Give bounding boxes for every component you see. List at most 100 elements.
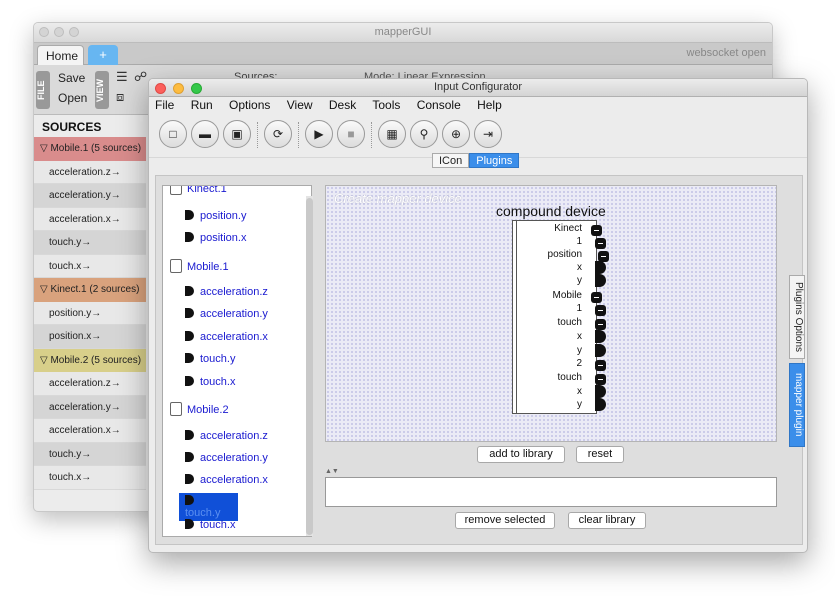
grid-icon[interactable]: ▦	[378, 120, 406, 148]
source-item[interactable]: acceleration.x→	[34, 207, 146, 231]
source-item[interactable]: touch.x→	[34, 254, 146, 278]
save-icon[interactable]: ▣	[223, 120, 251, 148]
new-icon[interactable]: □	[159, 120, 187, 148]
input-configurator-window: Input Configurator File Run Options View…	[148, 78, 808, 553]
save-button[interactable]: Save	[58, 71, 85, 85]
device-tree: Kinect.1 position.y position.x Mobile.1 …	[162, 185, 312, 537]
play-icon[interactable]: ▶	[305, 120, 333, 148]
port-label: touch	[557, 317, 582, 328]
menu-view[interactable]: View	[287, 98, 313, 112]
source-item[interactable]: touch.y→	[34, 442, 146, 466]
tree-signal[interactable]: acceleration.y	[185, 308, 268, 320]
tree-device-mobile1[interactable]: Mobile.1	[170, 259, 229, 273]
tree-label: touch.y	[185, 507, 221, 519]
view-section-label: VIEW	[95, 71, 109, 109]
output-port-icon[interactable]	[595, 385, 606, 398]
device-canvas[interactable]: Create mapper device compound device Kin…	[325, 185, 777, 442]
tree-signal[interactable]: touch.y	[185, 353, 235, 365]
source-item[interactable]: acceleration.y→	[34, 395, 146, 419]
source-item[interactable]: touch.x→	[34, 466, 146, 490]
tab-plugins[interactable]: Plugins	[469, 153, 520, 168]
menu-file[interactable]: File	[155, 98, 174, 112]
splitter-handle[interactable]: ▲▼	[325, 468, 777, 477]
zoom-out-icon[interactable]: ⚲	[410, 120, 438, 148]
tree-signal[interactable]: position.x	[185, 232, 246, 244]
menu-console[interactable]: Console	[417, 98, 461, 112]
open-folder-icon[interactable]: ▬	[191, 120, 219, 148]
collapse-node-icon[interactable]	[591, 292, 602, 303]
source-item[interactable]: position.x→	[34, 325, 146, 349]
tree-label: Kinect.1	[187, 185, 227, 195]
group-mobile1[interactable]: ▽ Mobile.1 (5 sources)	[34, 137, 146, 161]
tree-signal[interactable]: touch.x	[185, 519, 235, 531]
group-mobile2[interactable]: ▽ Mobile.2 (5 sources)	[34, 348, 146, 372]
add-to-library-button[interactable]: add to library	[477, 446, 565, 463]
tree-signal[interactable]: acceleration.y	[185, 452, 268, 464]
collapse-node-icon[interactable]	[591, 225, 602, 236]
chart-view-icon[interactable]: ⧈	[116, 89, 124, 105]
collapse-node-icon[interactable]	[595, 319, 606, 330]
refresh-icon[interactable]: ⟳	[264, 120, 292, 148]
import-icon[interactable]: ⇥	[474, 120, 502, 148]
tree-scrollbar[interactable]	[306, 196, 313, 536]
list-view-icon[interactable]: ☰	[116, 69, 128, 85]
output-port-icon[interactable]	[595, 398, 606, 411]
tree-signal-selected[interactable]: touch.y	[179, 493, 238, 521]
output-port-icon[interactable]	[595, 274, 606, 287]
menu-help[interactable]: Help	[477, 98, 502, 112]
tab-bar: Home + websocket open	[34, 43, 772, 65]
toolbar: □ ▬ ▣ ⟳ ▶ ■ ▦ ⚲ ⊕ ⇥	[149, 114, 807, 158]
collapse-node-icon[interactable]	[595, 374, 606, 385]
tree-signal[interactable]: acceleration.x	[185, 474, 268, 486]
port-label: position	[547, 249, 582, 260]
tab-plugins-options[interactable]: Plugins Options	[789, 275, 805, 359]
tab-icon[interactable]: ICon	[432, 153, 470, 168]
tree-device-mobile2[interactable]: Mobile.2	[170, 402, 229, 416]
compound-device-node[interactable]: Kinect 1 position x y Mobile 1 touch x y…	[512, 220, 609, 414]
source-item[interactable]: acceleration.z→	[34, 372, 146, 396]
file-section-label: FILE	[36, 71, 50, 109]
tab-home[interactable]: Home	[37, 45, 84, 65]
stop-icon[interactable]: ■	[337, 120, 365, 148]
zoom-in-icon[interactable]: ⊕	[442, 120, 470, 148]
tree-label: touch.y	[200, 353, 236, 365]
tree-signal[interactable]: acceleration.z	[185, 286, 268, 298]
tab-mapper-plugin[interactable]: mapper plugin	[789, 363, 805, 447]
tree-device-kinect1[interactable]: Kinect.1	[170, 185, 227, 195]
reset-button[interactable]: reset	[576, 446, 624, 463]
source-item[interactable]: acceleration.y→	[34, 184, 146, 208]
add-tab-button[interactable]: +	[88, 45, 118, 65]
collapse-node-icon[interactable]	[595, 238, 606, 249]
window-title: mapperGUI	[374, 26, 432, 38]
collapse-node-icon[interactable]	[595, 305, 606, 316]
tree-label: Mobile.2	[187, 404, 229, 416]
tree-label: acceleration.y	[200, 452, 268, 464]
open-button[interactable]: Open	[58, 91, 87, 105]
collapse-node-icon[interactable]	[595, 360, 606, 371]
group-kinect1[interactable]: ▽ Kinect.1 (2 sources)	[34, 278, 146, 302]
source-item[interactable]: acceleration.z→	[34, 160, 146, 184]
remove-selected-button[interactable]: remove selected	[455, 512, 555, 529]
output-port-icon[interactable]	[595, 261, 606, 274]
library-list[interactable]	[325, 477, 777, 507]
tree-signal[interactable]: acceleration.z	[185, 430, 268, 442]
port-label: 1	[576, 236, 582, 247]
menu-desk[interactable]: Desk	[329, 98, 356, 112]
tree-signal[interactable]: touch.x	[185, 376, 235, 388]
output-port-icon[interactable]	[595, 330, 606, 343]
menu-run[interactable]: Run	[191, 98, 213, 112]
tree-label: acceleration.y	[200, 308, 268, 320]
tree-label: position.x	[200, 232, 247, 244]
port-label: x	[577, 386, 582, 397]
tree-label: touch.x	[200, 376, 236, 388]
output-port-icon[interactable]	[595, 344, 606, 357]
menu-options[interactable]: Options	[229, 98, 270, 112]
source-item[interactable]: touch.y→	[34, 231, 146, 255]
source-item[interactable]: position.y→	[34, 301, 146, 325]
tree-signal[interactable]: position.y	[185, 210, 246, 222]
graph-view-icon[interactable]: ☍	[134, 69, 147, 85]
tree-signal[interactable]: acceleration.x	[185, 331, 268, 343]
menu-tools[interactable]: Tools	[372, 98, 400, 112]
source-item[interactable]: acceleration.x→	[34, 419, 146, 443]
clear-library-button[interactable]: clear library	[568, 512, 646, 529]
